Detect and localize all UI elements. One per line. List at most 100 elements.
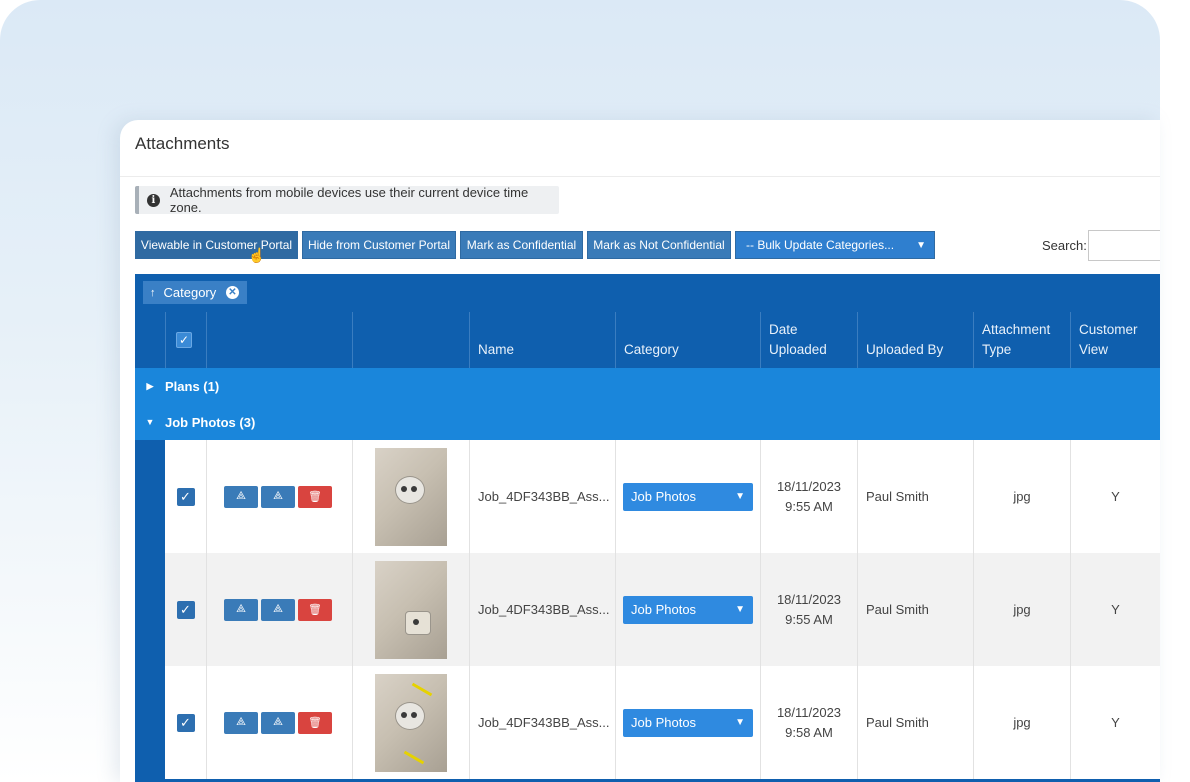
category-select[interactable]: Job Photos ▼ (623, 595, 753, 624)
share-icon[interactable]: ⟁ (261, 711, 295, 734)
group-label: Job Photos (3) (165, 414, 256, 430)
row-select-cell: ✓ (165, 440, 206, 553)
mark-confidential-button[interactable]: Mark as Confidential (460, 231, 583, 259)
share-icon[interactable]: ⟁ (261, 485, 295, 508)
date-value: 18/11/2023 (776, 704, 842, 720)
remove-group-icon[interactable]: ✕ (226, 286, 239, 299)
photo-thumbnail[interactable] (375, 560, 447, 659)
photo-thumbnail[interactable] (375, 447, 447, 546)
attachments-grid: ↑ Category ✕ ✓ Name Category Date Upload… (135, 274, 1160, 782)
collapse-down-icon[interactable]: ▼ (135, 417, 165, 427)
caret-down-icon: ▼ (916, 239, 926, 251)
header-thumbnail-col (352, 312, 469, 368)
row-checkbox[interactable]: ✓ (176, 600, 195, 619)
share-icon[interactable]: ⟁ (224, 598, 258, 621)
customer-view: Y (1070, 440, 1160, 553)
file-name[interactable]: Job_4DF343BB_Ass... (469, 666, 615, 779)
hide-from-portal-button[interactable]: Hide from Customer Portal (302, 231, 456, 259)
caret-down-icon: ▼ (735, 717, 745, 728)
thumbnail-cell (352, 666, 469, 779)
table-row: ✓ ⟁ ⟁ 🗑 Job_4DF343BB_Ass... Job Photos ▼ (165, 666, 1160, 779)
thumbnail-cell (352, 553, 469, 666)
select-all-checkbox[interactable]: ✓ (176, 332, 192, 348)
grid-header: ✓ Name Category Date Uploaded Uploaded B… (135, 312, 1160, 368)
bulk-update-categories-dropdown[interactable]: -- Bulk Update Categories... ▼ (735, 231, 935, 259)
date-cell: 18/11/2023 9:55 AM (760, 440, 857, 553)
uploaded-by: Paul Smith (857, 666, 973, 779)
row-checkbox[interactable]: ✓ (176, 487, 195, 506)
share-icon[interactable]: ⟁ (224, 485, 258, 508)
bulk-update-label: -- Bulk Update Categories... (746, 238, 895, 252)
search-label: Search: (1042, 238, 1087, 253)
attachment-type: jpg (973, 553, 1070, 666)
header-attachment-type[interactable]: Attachment Type (973, 312, 1070, 368)
share-icon[interactable]: ⟁ (261, 598, 295, 621)
caret-down-icon: ▼ (735, 604, 745, 615)
category-select[interactable]: Job Photos ▼ (623, 482, 753, 511)
caret-down-icon: ▼ (735, 491, 745, 502)
thumbnail-cell (352, 440, 469, 553)
category-cell: Job Photos ▼ (615, 553, 760, 666)
customer-view: Y (1070, 553, 1160, 666)
header-uploaded-by[interactable]: Uploaded By (857, 312, 973, 368)
header-actions-col (206, 312, 352, 368)
viewable-in-portal-button[interactable]: Viewable in Customer Portal (135, 231, 298, 259)
row-actions: ⟁ ⟁ 🗑 (206, 666, 352, 779)
attachments-panel: Attachments i Attachments from mobile de… (120, 120, 1160, 782)
sort-up-icon: ↑ (150, 286, 156, 299)
file-name[interactable]: Job_4DF343BB_Ass... (469, 553, 615, 666)
table-row: ✓ ⟁ ⟁ 🗑 Job_4DF343BB_Ass... Job Photos ▼ … (165, 440, 1160, 553)
time-value: 9:58 AM (785, 724, 833, 740)
trash-icon[interactable]: 🗑 (298, 485, 332, 508)
grouping-bar: ↑ Category ✕ (135, 274, 1160, 312)
trash-icon[interactable]: 🗑 (298, 711, 332, 734)
row-actions: ⟁ ⟁ 🗑 (206, 553, 352, 666)
header-customer-view[interactable]: Customer View (1070, 312, 1160, 368)
date-value: 18/11/2023 (776, 591, 842, 607)
search-input[interactable] (1088, 230, 1160, 261)
header-category[interactable]: Category (615, 312, 760, 368)
panel-title: Attachments (135, 134, 230, 153)
notice-text: Attachments from mobile devices use thei… (169, 185, 529, 215)
row-checkbox[interactable]: ✓ (176, 713, 195, 732)
time-value: 9:55 AM (785, 611, 833, 627)
file-name[interactable]: Job_4DF343BB_Ass... (469, 440, 615, 553)
title-divider (120, 176, 1160, 177)
uploaded-by: Paul Smith (857, 440, 973, 553)
category-value: Job Photos (631, 715, 697, 730)
row-actions: ⟁ ⟁ 🗑 (206, 440, 352, 553)
category-value: Job Photos (631, 602, 697, 617)
date-cell: 18/11/2023 9:55 AM (760, 553, 857, 666)
info-icon: i (147, 193, 160, 207)
timezone-notice: i Attachments from mobile devices use th… (135, 185, 559, 215)
photo-thumbnail[interactable] (375, 673, 447, 772)
row-select-cell: ✓ (165, 666, 206, 779)
category-cell: Job Photos ▼ (615, 666, 760, 779)
group-row-plans[interactable]: ▶ Plans (1) (135, 368, 1160, 404)
date-value: 18/11/2023 (776, 478, 842, 494)
group-chip-label: Category (163, 285, 217, 300)
date-cell: 18/11/2023 9:58 AM (760, 666, 857, 779)
row-select-cell: ✓ (165, 553, 206, 666)
header-select-all: ✓ (165, 312, 206, 368)
header-name[interactable]: Name (469, 312, 615, 368)
mark-not-confidential-button[interactable]: Mark as Not Confidential (587, 231, 731, 259)
attachment-type: jpg (973, 440, 1070, 553)
category-value: Job Photos (631, 489, 697, 504)
time-value: 9:55 AM (785, 498, 833, 514)
table-row: ✓ ⟁ ⟁ 🗑 Job_4DF343BB_Ass... Job Photos ▼ … (165, 553, 1160, 666)
group-label: Plans (1) (165, 378, 220, 394)
category-select[interactable]: Job Photos ▼ (623, 708, 753, 737)
share-icon[interactable]: ⟁ (224, 711, 258, 734)
customer-view: Y (1070, 666, 1160, 779)
category-cell: Job Photos ▼ (615, 440, 760, 553)
uploaded-by: Paul Smith (857, 553, 973, 666)
trash-icon[interactable]: 🗑 (298, 598, 332, 621)
group-chip-category[interactable]: ↑ Category ✕ (143, 281, 247, 304)
hand-cursor-icon: ☝ (248, 247, 266, 263)
attachment-type: jpg (973, 666, 1070, 779)
header-expand-col (135, 312, 165, 368)
group-row-job-photos[interactable]: ▼ Job Photos (3) (135, 404, 1160, 440)
header-date-uploaded[interactable]: Date Uploaded (760, 312, 857, 368)
expand-right-icon[interactable]: ▶ (135, 381, 165, 392)
